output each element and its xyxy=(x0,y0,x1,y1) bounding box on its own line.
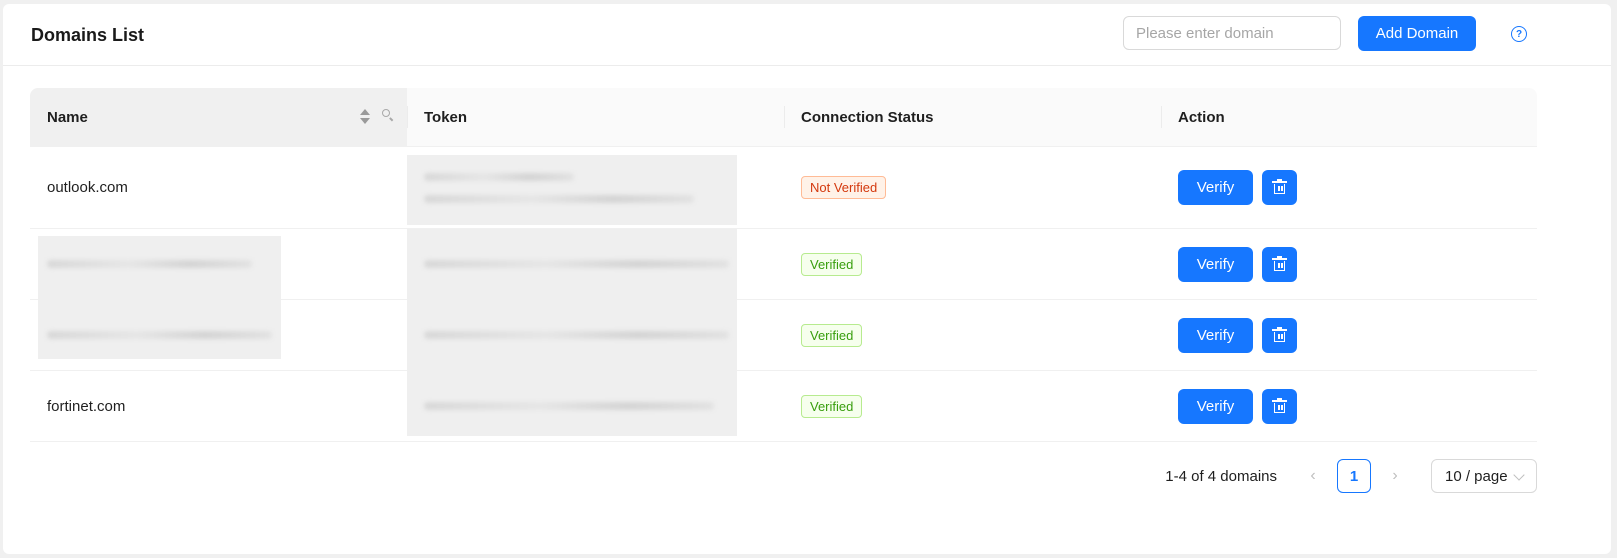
table-row: Verified Verify xyxy=(30,229,1537,300)
action-cell: Verify xyxy=(1161,371,1537,441)
column-header-name[interactable]: Name xyxy=(30,88,407,146)
status-badge: Not Verified xyxy=(801,176,887,199)
token-cell xyxy=(407,300,784,371)
action-cell: Verify xyxy=(1161,229,1537,299)
domain-name-cell: outlook.com xyxy=(30,147,407,228)
page-size-select[interactable]: 10 / page xyxy=(1431,459,1537,493)
domain-name: fortinet.com xyxy=(47,397,126,415)
column-header-action: Action xyxy=(1161,88,1537,146)
status-badge: Verified xyxy=(801,252,863,276)
add-domain-button[interactable]: Add Domain xyxy=(1358,16,1476,51)
trash-icon xyxy=(1272,326,1287,342)
chevron-down-icon xyxy=(1513,469,1525,481)
redacted-token xyxy=(424,260,729,268)
domain-name-cell xyxy=(30,229,407,300)
trash-icon xyxy=(1272,179,1287,194)
verify-button[interactable]: Verify xyxy=(1178,388,1253,424)
verify-button[interactable]: Verify xyxy=(1178,170,1253,205)
delete-button[interactable] xyxy=(1262,388,1297,424)
name-redaction xyxy=(38,300,281,359)
column-header-label: Connection Status xyxy=(801,108,934,126)
table-row: fortinet.com Verified Verify xyxy=(30,371,1537,442)
redacted-domain-name xyxy=(47,331,272,339)
chevron-left-icon[interactable]: ‹ xyxy=(1299,460,1327,492)
trash-icon xyxy=(1272,255,1287,271)
status-cell: Verified xyxy=(784,371,1161,441)
question-circle-icon[interactable]: ? xyxy=(1511,26,1527,42)
delete-button[interactable] xyxy=(1262,317,1297,353)
name-redaction xyxy=(38,236,281,300)
status-cell: Verified xyxy=(784,300,1161,370)
column-header-label: Name xyxy=(47,108,88,126)
redacted-token xyxy=(424,331,729,339)
status-cell: Verified xyxy=(784,229,1161,299)
status-badge: Verified xyxy=(801,394,863,418)
domains-table: Name Token Connection Status Action outl… xyxy=(30,88,1537,442)
token-cell xyxy=(407,229,784,300)
column-header-label: Action xyxy=(1178,108,1225,126)
verify-button[interactable]: Verify xyxy=(1178,317,1253,353)
delete-button[interactable] xyxy=(1262,246,1297,282)
trash-icon xyxy=(1272,397,1287,413)
table-row: outlook.com Not Verified Verify xyxy=(30,147,1537,229)
redacted-domain-name xyxy=(47,260,252,268)
domain-search-input[interactable] xyxy=(1123,16,1341,50)
redacted-token xyxy=(424,172,704,203)
action-cell: Verify xyxy=(1161,147,1537,228)
page-item-1[interactable]: 1 xyxy=(1337,459,1371,493)
sort-icon[interactable] xyxy=(360,109,370,127)
table-row: Verified Verify xyxy=(30,300,1537,371)
chevron-right-icon[interactable]: › xyxy=(1381,460,1409,492)
token-cell xyxy=(407,147,784,228)
domain-name-cell xyxy=(30,300,407,370)
column-header-status: Connection Status xyxy=(784,88,1161,146)
card-header: Domains List Add Domain ? xyxy=(3,4,1611,66)
token-cell xyxy=(407,371,784,441)
delete-button[interactable] xyxy=(1262,170,1297,205)
action-cell: Verify xyxy=(1161,300,1537,370)
status-cell: Not Verified xyxy=(784,147,1161,228)
table-header: Name Token Connection Status Action xyxy=(30,88,1537,147)
domain-name: outlook.com xyxy=(47,179,128,196)
search-icon[interactable] xyxy=(382,109,394,121)
domain-name-cell: fortinet.com xyxy=(30,371,407,441)
pagination: 1-4 of 4 domains ‹ 1 › 10 / page xyxy=(1165,459,1537,493)
redacted-token xyxy=(424,402,714,410)
page-title: Domains List xyxy=(31,25,145,45)
status-badge: Verified xyxy=(801,323,863,347)
verify-button[interactable]: Verify xyxy=(1178,246,1253,282)
page-size-value: 10 / page xyxy=(1445,467,1508,485)
column-header-label: Token xyxy=(424,108,468,126)
domains-card: Domains List Add Domain ? Name Token Con… xyxy=(3,4,1611,554)
pagination-total: 1-4 of 4 domains xyxy=(1165,467,1277,485)
column-header-token: Token xyxy=(407,88,784,146)
